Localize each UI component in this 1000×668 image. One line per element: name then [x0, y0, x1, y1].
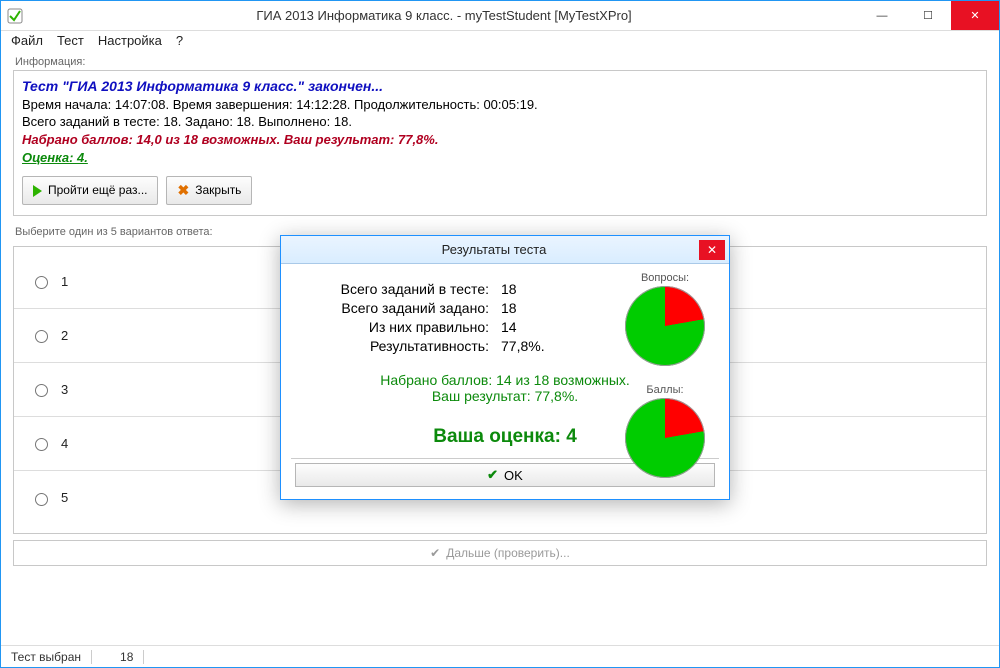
info-line-tasks: Всего заданий в тесте: 18. Задано: 18. В… — [22, 113, 978, 131]
answer-label: 3 — [61, 382, 68, 397]
status-count: 18 — [120, 650, 144, 664]
menu-settings[interactable]: Настройка — [98, 33, 162, 48]
next-button-label: Дальше (проверить)... — [446, 546, 570, 560]
menubar: Файл Тест Настройка ? — [1, 31, 999, 50]
menu-help[interactable]: ? — [176, 33, 183, 48]
pie-questions-wrap: Вопросы: — [625, 272, 705, 366]
dialog-body: Вопросы: Баллы: Всего заданий в тесте: 1… — [281, 264, 729, 499]
dialog-ok-label: OK — [504, 468, 523, 483]
close-icon: ✖ — [177, 181, 189, 200]
info-box: Тест "ГИА 2013 Информатика 9 класс." зак… — [13, 70, 987, 216]
status-test-selected: Тест выбран — [11, 650, 92, 664]
stat-total-value: 18 — [501, 281, 517, 297]
dialog-titlebar: Результаты теста ✕ — [281, 236, 729, 264]
window-controls: — ☐ ✕ — [859, 1, 999, 30]
window-title: ГИА 2013 Информатика 9 класс. - myTestSt… — [29, 8, 859, 23]
pie-points-label: Баллы: — [625, 384, 705, 396]
pie-points-wrap: Баллы: — [625, 384, 705, 478]
play-icon — [33, 185, 42, 197]
minimize-button[interactable]: — — [859, 1, 905, 30]
answer-radio-1[interactable] — [35, 276, 48, 289]
check-icon: ✔ — [430, 546, 440, 560]
pie-questions-chart — [625, 286, 705, 366]
menu-file[interactable]: Файл — [11, 33, 43, 48]
answer-radio-3[interactable] — [35, 384, 48, 397]
stat-correct-label: Из них правильно: — [291, 319, 501, 335]
answer-label: 4 — [61, 436, 68, 451]
stat-correct-value: 14 — [501, 319, 517, 335]
info-line-time: Время начала: 14:07:08. Время завершения… — [22, 96, 978, 114]
stat-total-label: Всего заданий в тесте: — [291, 281, 501, 297]
info-line-grade: Оценка: 4. — [22, 149, 978, 167]
info-buttons: Пройти ещё раз... ✖ Закрыть — [22, 176, 978, 205]
results-dialog: Результаты теста ✕ Вопросы: Баллы: Всего… — [280, 235, 730, 500]
retry-button-label: Пройти ещё раз... — [48, 182, 147, 198]
pie-questions-label: Вопросы: — [625, 272, 705, 284]
info-group-label: Информация: — [15, 56, 987, 68]
stat-efficiency-value: 77,8%. — [501, 338, 545, 354]
stat-asked-value: 18 — [501, 300, 517, 316]
ok-check-icon: ✔ — [487, 467, 498, 483]
dialog-close-button[interactable]: ✕ — [699, 240, 725, 260]
answer-label: 2 — [61, 328, 68, 343]
dialog-title: Результаты теста — [289, 242, 699, 257]
close-test-button[interactable]: ✖ Закрыть — [166, 176, 252, 205]
maximize-button[interactable]: ☐ — [905, 1, 951, 30]
next-button[interactable]: ✔ Дальше (проверить)... — [13, 540, 987, 566]
stat-asked-label: Всего заданий задано: — [291, 300, 501, 316]
statusbar: Тест выбран 18 — [1, 645, 999, 667]
info-line-score: Набрано баллов: 14,0 из 18 возможных. Ва… — [22, 131, 978, 149]
pie-points-chart — [625, 398, 705, 478]
titlebar: ГИА 2013 Информатика 9 класс. - myTestSt… — [1, 1, 999, 31]
answer-label: 1 — [61, 274, 68, 289]
answer-radio-5[interactable] — [35, 493, 48, 506]
menu-test[interactable]: Тест — [57, 33, 84, 48]
close-test-button-label: Закрыть — [195, 182, 241, 198]
answer-label: 5 — [61, 490, 68, 505]
info-line-title: Тест "ГИА 2013 Информатика 9 класс." зак… — [22, 77, 978, 96]
answer-radio-4[interactable] — [35, 438, 48, 451]
app-icon — [7, 8, 23, 24]
retry-button[interactable]: Пройти ещё раз... — [22, 176, 158, 205]
stat-efficiency-label: Результативность: — [291, 338, 501, 354]
answer-radio-2[interactable] — [35, 330, 48, 343]
close-button[interactable]: ✕ — [951, 1, 999, 30]
